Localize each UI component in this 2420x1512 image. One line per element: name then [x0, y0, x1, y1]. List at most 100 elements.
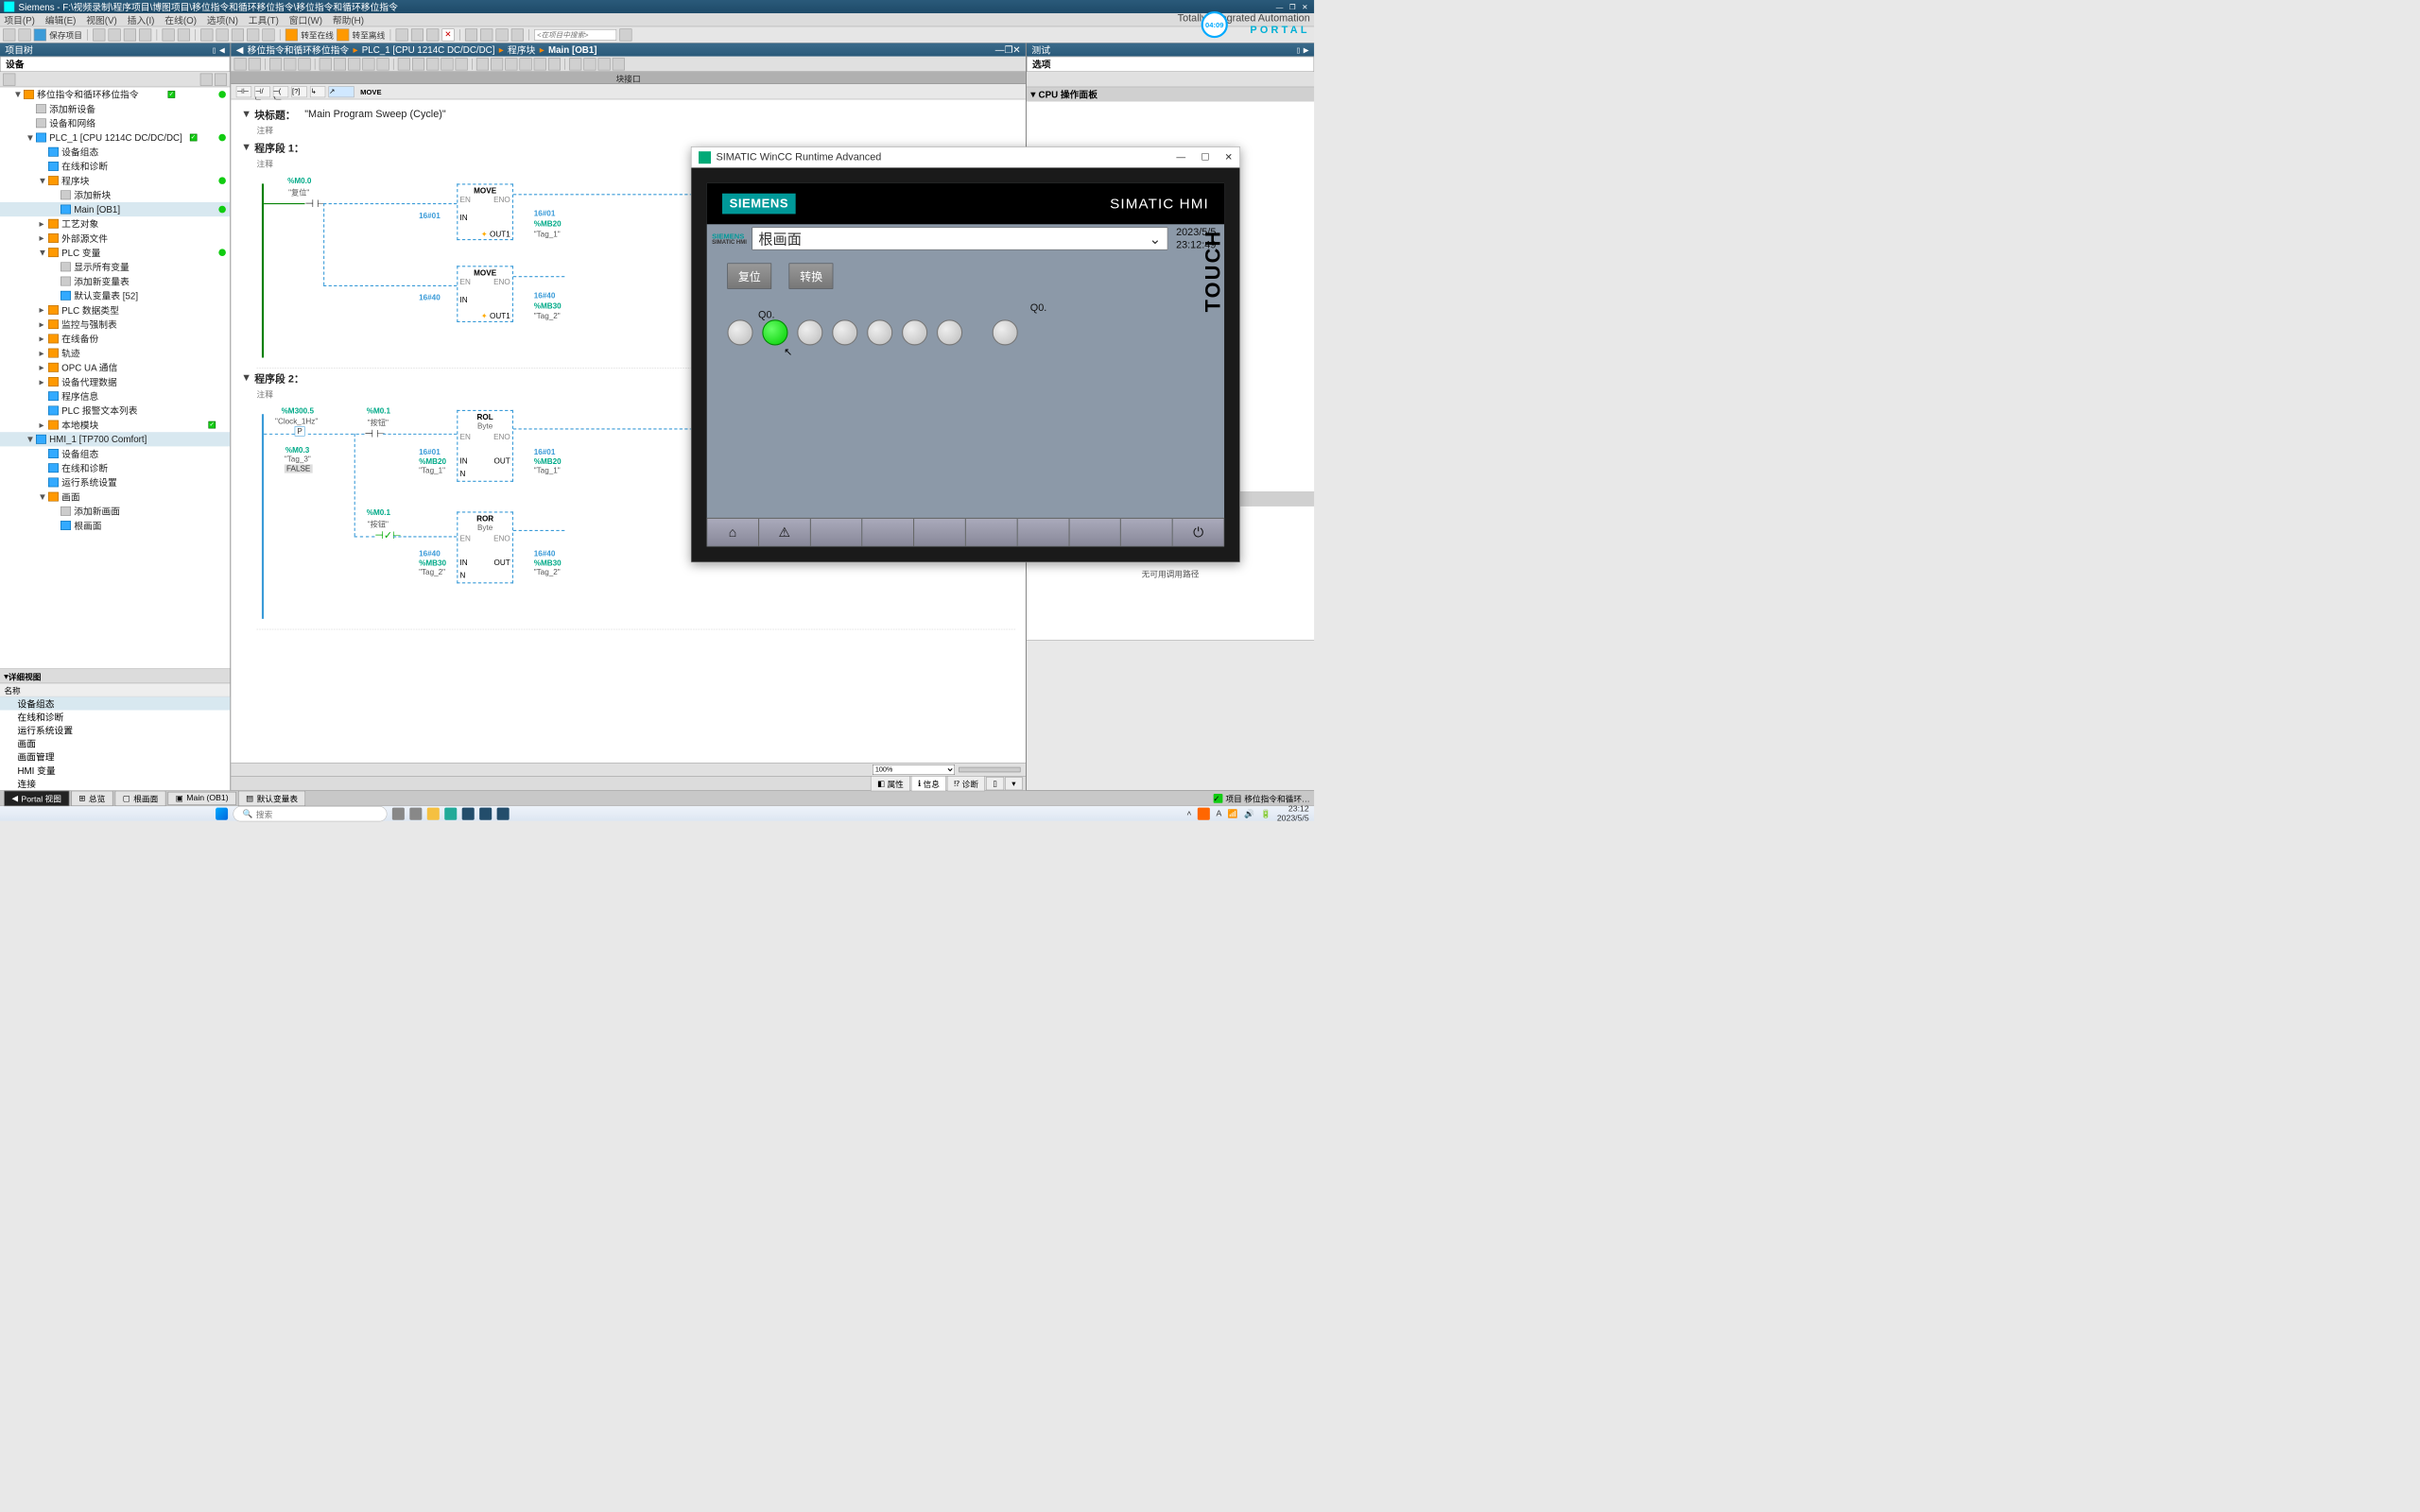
test-nav-icon[interactable]: ▶	[1304, 45, 1309, 54]
cut-icon[interactable]	[93, 28, 105, 41]
tree-item[interactable]: ▸监控与强制表	[0, 318, 230, 332]
bc-2[interactable]: 程序块	[508, 43, 535, 57]
hmi-f3[interactable]	[810, 518, 862, 546]
zoom-slider[interactable]	[959, 767, 1020, 772]
tree-item[interactable]: 添加新设备	[0, 102, 230, 116]
tree-item[interactable]: 默认变量表 [52]	[0, 288, 230, 302]
hmi-home-button[interactable]: ⌂	[707, 518, 759, 546]
tree-item[interactable]: PLC 报警文本列表	[0, 404, 230, 418]
lad-contact-nc-icon[interactable]: ⊣/⊢	[254, 86, 269, 97]
tb-icon-a[interactable]	[396, 28, 408, 41]
ed-tb-17[interactable]	[491, 58, 503, 70]
tab-diagnostics[interactable]: ⁉ 诊断	[947, 776, 985, 791]
undo-icon[interactable]	[163, 28, 175, 41]
taskbar-app-tia[interactable]	[479, 807, 492, 819]
upload-icon[interactable]	[232, 28, 244, 41]
go-offline-icon[interactable]	[337, 28, 349, 41]
go-offline-label[interactable]: 转至离线	[353, 28, 386, 41]
compile-icon[interactable]	[200, 28, 213, 41]
detail-item[interactable]: 设备组态	[0, 696, 230, 710]
hmi-reset-button[interactable]: 复位	[727, 264, 771, 289]
hmi-f5[interactable]	[914, 518, 966, 546]
ed-tb-7[interactable]	[334, 58, 346, 70]
start-button[interactable]	[216, 807, 228, 819]
lad-branch-icon[interactable]: ↳	[310, 86, 325, 97]
taskbar-search[interactable]: 🔍 搜索	[233, 806, 388, 821]
tree-tool-icon[interactable]	[3, 73, 15, 85]
project-tree[interactable]: ▼移位指令和循环移位指令添加新设备设备和网络▼PLC_1 [CPU 1214C …	[0, 87, 230, 668]
hmi-screen-dropdown[interactable]: 根画面⌄	[752, 228, 1167, 250]
detail-item[interactable]: 连接	[0, 777, 230, 790]
tb-icon-d[interactable]: ✕	[442, 28, 455, 41]
tb-icon-c[interactable]	[426, 28, 439, 41]
ed-tb-22[interactable]	[569, 58, 581, 70]
task-view-icon[interactable]	[392, 807, 405, 819]
tree-item[interactable]: ▼PLC_1 [CPU 1214C DC/DC/DC]	[0, 130, 230, 145]
tray-wifi-icon[interactable]: 📶	[1228, 808, 1238, 818]
tab-root-screen[interactable]: ▢ 根画面	[115, 790, 166, 805]
tab-collapse-icon[interactable]: ▯	[986, 777, 1004, 790]
ed-tb-20[interactable]	[534, 58, 546, 70]
tb-icon-f[interactable]	[480, 28, 493, 41]
ed-tb-16[interactable]	[476, 58, 489, 70]
menu-insert[interactable]: 插入(I)	[128, 13, 155, 26]
tree-view-icon-2[interactable]	[215, 73, 227, 85]
tab-overview[interactable]: ⊞ 总览	[71, 790, 112, 805]
wincc-runtime-window[interactable]: SIMATIC WinCC Runtime Advanced — ☐ ✕ SIE…	[691, 146, 1240, 562]
ed-tb-8[interactable]	[348, 58, 360, 70]
ed-tb-21[interactable]	[548, 58, 561, 70]
detail-item[interactable]: 画面	[0, 737, 230, 750]
window-close-icon[interactable]: ✕	[1300, 2, 1310, 10]
tree-item[interactable]: ▸在线备份	[0, 332, 230, 346]
taskbar-app-3[interactable]	[444, 807, 457, 819]
taskbar-app-plcsim[interactable]	[462, 807, 475, 819]
go-online-label[interactable]: 转至在线	[301, 28, 334, 41]
tree-nav-icon[interactable]: ◀	[219, 45, 225, 54]
tree-item[interactable]: ▼画面	[0, 490, 230, 504]
tree-item[interactable]: 设备组态	[0, 446, 230, 460]
hmi-titlebar[interactable]: SIMATIC WinCC Runtime Advanced — ☐ ✕	[691, 147, 1239, 168]
ed-tb-12[interactable]	[412, 58, 424, 70]
tree-item[interactable]: ▼程序块	[0, 174, 230, 188]
ed-tb-18[interactable]	[505, 58, 517, 70]
ed-tb-19[interactable]	[520, 58, 532, 70]
tb-icon-b[interactable]	[411, 28, 424, 41]
ed-tb-14[interactable]	[441, 58, 453, 70]
menu-tools[interactable]: 工具(T)	[249, 13, 279, 26]
tree-item[interactable]: ▸OPC UA 通信	[0, 360, 230, 374]
taskbar-app-2[interactable]	[427, 807, 440, 819]
tree-item[interactable]: ▼移位指令和循环移位指令	[0, 87, 230, 101]
tree-item[interactable]: 运行系统设置	[0, 475, 230, 490]
menu-online[interactable]: 在线(O)	[164, 13, 197, 26]
ed-tb-3[interactable]	[269, 58, 282, 70]
options-header[interactable]: 选项	[1027, 57, 1314, 72]
tree-item[interactable]: ▸工艺对象	[0, 216, 230, 231]
hmi-f6[interactable]	[965, 518, 1017, 546]
simulator-icon[interactable]	[247, 28, 259, 41]
tray-keyboard-icon[interactable]: A	[1217, 809, 1222, 818]
tree-item[interactable]: ▸外部源文件	[0, 231, 230, 245]
hmi-close-icon[interactable]: ✕	[1225, 152, 1233, 163]
delete-icon[interactable]	[139, 28, 151, 41]
lad-box-icon[interactable]: [?]	[291, 86, 306, 97]
ed-tb-13[interactable]	[426, 58, 439, 70]
ed-tb-25[interactable]	[613, 58, 625, 70]
bc-0[interactable]: 移位指令和循环移位指令	[248, 43, 350, 57]
tb-icon-h[interactable]	[511, 28, 524, 41]
ed-min-icon[interactable]: —	[995, 44, 1005, 55]
hmi-alarm-button[interactable]: ⚠	[758, 518, 810, 546]
detail-item[interactable]: 在线和诊断	[0, 711, 230, 724]
tray-battery-icon[interactable]: 🔋	[1260, 808, 1270, 818]
ed-tb-15[interactable]	[456, 58, 468, 70]
tree-view-icon-1[interactable]	[200, 73, 213, 85]
tray-time[interactable]: 23:12	[1277, 804, 1309, 814]
test-dock-icon[interactable]: ▯	[1296, 45, 1300, 54]
ed-tb-6[interactable]	[320, 58, 332, 70]
tree-item[interactable]: 设备组态	[0, 145, 230, 159]
tab-properties[interactable]: ◧ 属性	[871, 776, 910, 791]
tray-volume-icon[interactable]: 🔊	[1244, 808, 1254, 818]
tray-ime-icon[interactable]	[1198, 807, 1210, 819]
tab-main-ob1[interactable]: ▣ Main (OB1)	[168, 792, 236, 805]
tree-item[interactable]: ▸设备代理数据	[0, 374, 230, 388]
taskbar-app-1[interactable]	[409, 807, 422, 819]
